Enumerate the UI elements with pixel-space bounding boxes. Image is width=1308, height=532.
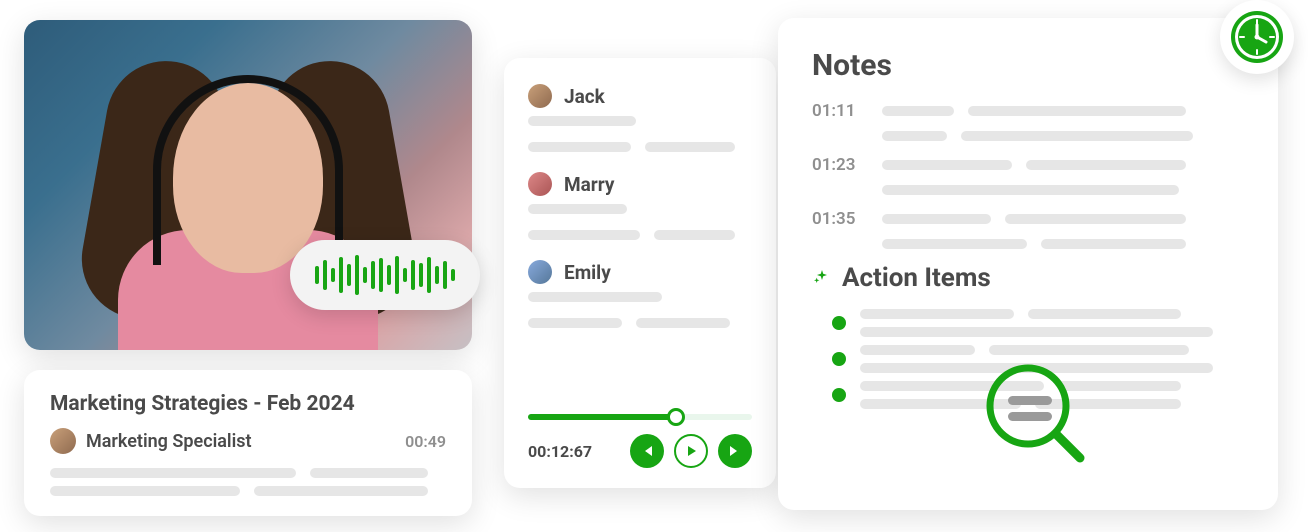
next-track-icon: [728, 444, 742, 458]
speaker-name: Emily: [564, 261, 611, 284]
elapsed-time: 00:12:67: [528, 442, 592, 461]
avatar: [50, 428, 76, 454]
skeleton-line: [528, 116, 636, 126]
action-items-title: Action Items: [842, 263, 991, 293]
transcript-card: Jack Marry Emily 00:12:67: [504, 58, 776, 488]
avatar: [528, 84, 552, 108]
meeting-duration: 00:49: [405, 432, 446, 451]
bullet-icon: [832, 388, 846, 402]
play-button[interactable]: [674, 434, 708, 468]
note-entry: 01:11: [812, 101, 1244, 121]
skeleton-line: [882, 185, 1244, 195]
speaker-name: Marry: [564, 173, 614, 196]
meeting-role: Marketing Specialist: [86, 431, 395, 452]
action-item: [832, 309, 1244, 337]
action-item: [832, 381, 1244, 409]
bullet-icon: [832, 352, 846, 366]
video-preview-card: [24, 20, 472, 350]
audio-player: 00:12:67: [528, 414, 752, 468]
play-icon: [684, 444, 698, 458]
skeleton-line: [528, 292, 662, 302]
progress-track[interactable]: [528, 414, 752, 420]
bullet-icon: [832, 316, 846, 330]
progress-knob[interactable]: [667, 408, 685, 426]
meeting-title: Marketing Strategies - Feb 2024: [50, 392, 446, 416]
clock-badge: [1220, 0, 1294, 74]
notes-card: Notes 01:11 01:23 01:35 Action Items: [778, 18, 1278, 510]
skeleton-line: [50, 486, 446, 496]
speaker-row: Emily: [528, 260, 752, 284]
magnifier-icon: [978, 360, 1088, 470]
avatar: [528, 260, 552, 284]
skeleton-line: [50, 468, 446, 478]
sparkle-icon: [812, 268, 832, 288]
next-track-button[interactable]: [718, 434, 752, 468]
avatar: [528, 172, 552, 196]
previous-track-icon: [640, 444, 654, 458]
note-entry: 01:35: [812, 209, 1244, 229]
previous-track-button[interactable]: [630, 434, 664, 468]
speaker-row: Marry: [528, 172, 752, 196]
note-timestamp: 01:23: [812, 155, 858, 175]
note-timestamp: 01:11: [812, 101, 858, 121]
meeting-summary-card: Marketing Strategies - Feb 2024 Marketin…: [24, 370, 472, 516]
notes-title: Notes: [812, 48, 1244, 83]
clock-icon: [1228, 8, 1286, 66]
note-entry: 01:23: [812, 155, 1244, 175]
skeleton-line: [882, 239, 1244, 249]
speaker-name: Jack: [564, 85, 605, 108]
note-timestamp: 01:35: [812, 209, 858, 229]
action-item: [832, 345, 1244, 373]
audio-waveform-icon: [290, 240, 480, 310]
speaker-row: Jack: [528, 84, 752, 108]
skeleton-line: [882, 131, 1244, 141]
skeleton-line: [528, 204, 627, 214]
